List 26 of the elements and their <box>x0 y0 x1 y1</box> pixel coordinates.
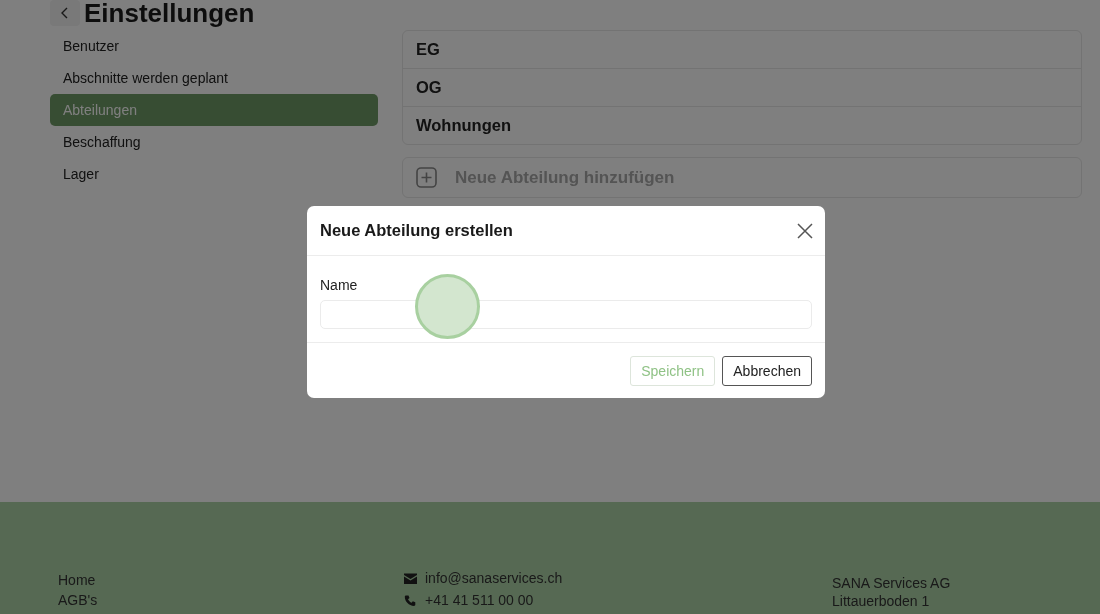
sidebar-item[interactable]: Beschaffung <box>50 126 378 158</box>
field-label: Name <box>320 276 358 294</box>
department-row[interactable]: OG <box>403 68 1081 106</box>
back-button[interactable] <box>50 0 80 26</box>
close-button[interactable] <box>796 221 814 240</box>
cancel-button[interactable]: Abbrechen <box>722 355 812 386</box>
email-link[interactable]: info@sanaservices.ch <box>425 568 563 588</box>
plus-square-icon <box>416 167 437 188</box>
sidebar-item[interactable]: Benutzer <box>50 30 378 62</box>
footer-link[interactable]: Home <box>58 570 404 590</box>
chevron-left-icon <box>60 7 70 19</box>
sidebar-item[interactable]: Abteilungen <box>50 94 378 126</box>
close-icon <box>796 221 814 240</box>
envelope-icon <box>404 572 417 584</box>
address-line: SANA Services AG <box>832 574 952 592</box>
phone-link[interactable]: +41 41 511 00 00 <box>425 590 534 610</box>
sidebar-item[interactable]: Lager <box>50 158 378 190</box>
sidebar-item[interactable]: Abschnitte werden geplant <box>50 62 378 94</box>
click-marker-icon <box>415 274 480 339</box>
phone-icon <box>404 594 417 606</box>
dialog-title: Neue Abteilung erstellen <box>320 221 513 240</box>
address-line: Littauerboden 1 <box>832 592 931 610</box>
footer-link[interactable]: AGB's <box>58 590 404 610</box>
department-row[interactable]: EG <box>403 31 1081 68</box>
page-title: Einstellungen <box>84 0 255 26</box>
department-row[interactable]: Wohnungen <box>403 106 1081 144</box>
